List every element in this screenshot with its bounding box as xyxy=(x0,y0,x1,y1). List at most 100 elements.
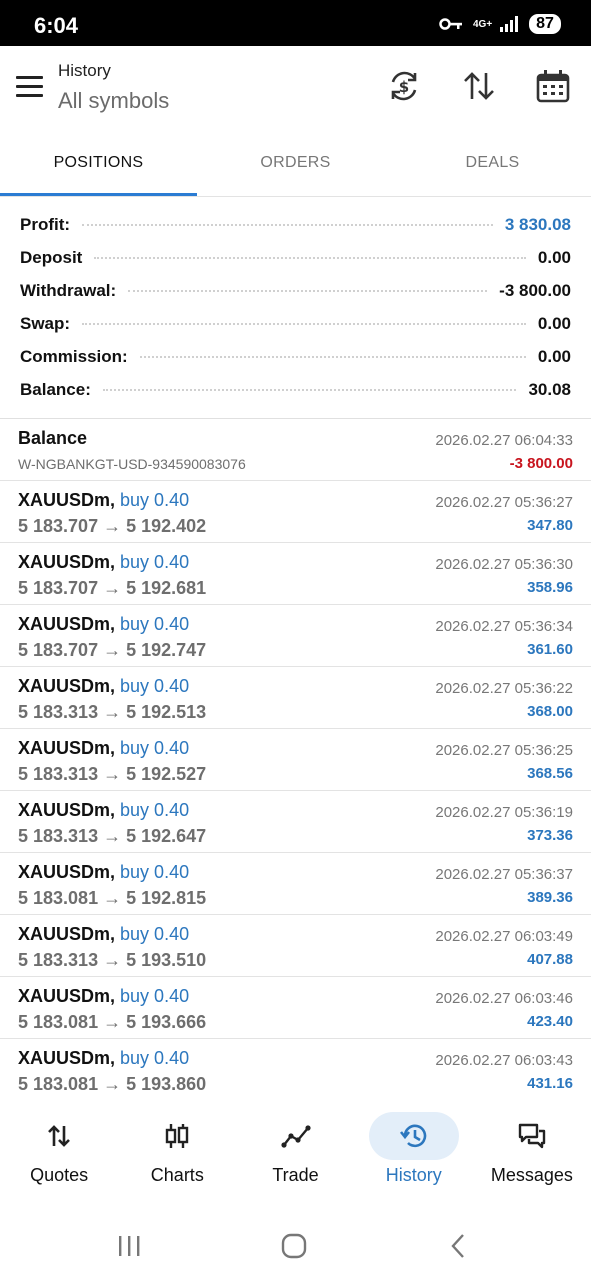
position-row[interactable]: XAUUSDm, buy 0.40 5 183.081 → 5 193.860 … xyxy=(0,1039,591,1101)
position-time: 2026.02.27 06:03:46 xyxy=(435,990,573,1007)
account-summary: Profit: 3 830.08 Deposit 0.00 Withdrawal… xyxy=(0,208,591,406)
position-profit: 347.80 xyxy=(527,517,573,534)
tab-positions[interactable]: POSITIONS xyxy=(0,134,197,196)
nav-charts-label: Charts xyxy=(150,1165,204,1185)
recent-apps-icon[interactable] xyxy=(114,1232,144,1260)
position-prices: 5 183.313 → 5 192.647 xyxy=(18,826,207,846)
position-time: 2026.02.27 05:36:19 xyxy=(435,804,573,821)
currency-exchange-icon: $ xyxy=(391,71,417,101)
trade-icon xyxy=(280,1125,311,1148)
back-icon[interactable] xyxy=(444,1232,474,1260)
deposit-value: 0.00 xyxy=(537,247,571,267)
symbol-filter[interactable]: All symbols xyxy=(58,88,169,114)
tab-deals[interactable]: DEALS xyxy=(394,134,591,196)
position-row[interactable]: XAUUSDm, buy 0.40 5 183.313 → 5 192.513 … xyxy=(0,667,591,729)
calendar-button[interactable] xyxy=(535,68,571,104)
position-symbol: XAUUSDm, xyxy=(18,1048,116,1068)
position-prices: 5 183.707 → 5 192.402 xyxy=(18,516,207,536)
battery-indicator: 87 xyxy=(529,14,561,34)
balance-value: 30.08 xyxy=(528,379,571,399)
position-profit: 389.36 xyxy=(527,889,573,906)
charts-icon xyxy=(166,1124,189,1148)
position-symbol: XAUUSDm, xyxy=(18,490,116,510)
tab-orders[interactable]: ORDERS xyxy=(197,134,394,196)
position-symbol: XAUUSDm, xyxy=(18,924,116,944)
tabs-divider xyxy=(0,196,591,197)
position-row[interactable]: XAUUSDm, buy 0.40 5 183.313 → 5 192.527 … xyxy=(0,729,591,791)
position-row[interactable]: XAUUSDm, buy 0.40 5 183.081 → 5 193.666 … xyxy=(0,977,591,1039)
nav-charts[interactable]: Charts xyxy=(118,1098,236,1208)
history-list: Balance W-NGBANKGT-USD-934590083076 2026… xyxy=(0,418,591,1101)
summary-row-profit: Profit: 3 830.08 xyxy=(0,208,591,241)
nav-trade[interactable]: Trade xyxy=(236,1098,354,1208)
position-side: buy 0.40 xyxy=(120,676,190,696)
position-prices: 5 183.081 → 5 193.860 xyxy=(18,1074,207,1094)
swap-value: 0.00 xyxy=(537,313,571,333)
leader-dots xyxy=(82,322,526,325)
leader-dots xyxy=(94,256,526,259)
nav-messages[interactable]: Messages xyxy=(473,1098,591,1208)
deposit-label: Deposit xyxy=(20,247,83,267)
position-side: buy 0.40 xyxy=(120,986,190,1006)
nav-trade-label: Trade xyxy=(272,1165,319,1185)
position-profit: 361.60 xyxy=(527,641,573,658)
summary-row-commission: Commission: 0.00 xyxy=(0,340,591,373)
leader-dots xyxy=(139,355,526,358)
position-symbol: XAUUSDm, xyxy=(18,738,116,758)
position-side: buy 0.40 xyxy=(120,924,190,944)
position-profit: 407.88 xyxy=(527,951,573,968)
menu-icon[interactable] xyxy=(16,76,43,97)
position-row[interactable]: XAUUSDm, buy 0.40 5 183.313 → 5 193.510 … xyxy=(0,915,591,977)
position-profit: 373.36 xyxy=(527,827,573,844)
position-prices: 5 183.081 → 5 192.815 xyxy=(18,888,207,908)
balance-label: Balance: xyxy=(20,379,91,399)
nav-history[interactable]: History xyxy=(355,1098,473,1208)
balance-title: Balance xyxy=(18,428,88,448)
position-profit: 368.00 xyxy=(527,703,573,720)
signal-icon xyxy=(500,16,518,32)
position-row[interactable]: XAUUSDm, buy 0.40 5 183.707 → 5 192.747 … xyxy=(0,605,591,667)
sort-button[interactable] xyxy=(461,68,497,104)
position-row[interactable]: XAUUSDm, buy 0.40 5 183.313 → 5 192.647 … xyxy=(0,791,591,853)
position-profit: 368.56 xyxy=(527,765,573,782)
profit-value: 3 830.08 xyxy=(504,214,571,234)
balance-reference: W-NGBANKGT-USD-934590083076 xyxy=(18,456,246,472)
bottom-navigation: Quotes Charts Trade History Messages xyxy=(0,1098,591,1208)
currency-exchange-button[interactable]: $ xyxy=(386,68,422,104)
sort-icon xyxy=(464,72,494,100)
home-icon[interactable] xyxy=(279,1232,309,1260)
nav-quotes[interactable]: Quotes xyxy=(0,1098,118,1208)
position-symbol: XAUUSDm, xyxy=(18,676,116,696)
position-side: buy 0.40 xyxy=(120,490,190,510)
position-time: 2026.02.27 06:03:49 xyxy=(435,928,573,945)
position-time: 2026.02.27 06:03:43 xyxy=(435,1052,573,1069)
withdrawal-label: Withdrawal: xyxy=(20,280,117,300)
svg-text:$: $ xyxy=(399,78,409,96)
position-row[interactable]: XAUUSDm, buy 0.40 5 183.707 → 5 192.681 … xyxy=(0,543,591,605)
status-icons: 4G+ 87 xyxy=(439,14,561,34)
position-prices: 5 183.313 → 5 192.513 xyxy=(18,702,207,722)
position-symbol: XAUUSDm, xyxy=(18,986,116,1006)
position-time: 2026.02.27 05:36:27 xyxy=(435,494,573,511)
position-profit: 431.16 xyxy=(527,1075,573,1092)
position-side: buy 0.40 xyxy=(120,614,190,634)
app-header: History All symbols $ xyxy=(0,46,591,134)
position-time: 2026.02.27 05:36:25 xyxy=(435,742,573,759)
summary-row-deposit: Deposit 0.00 xyxy=(0,241,591,274)
position-prices: 5 183.707 → 5 192.681 xyxy=(18,578,207,598)
position-row[interactable]: XAUUSDm, buy 0.40 5 183.081 → 5 192.815 … xyxy=(0,853,591,915)
position-prices: 5 183.313 → 5 193.510 xyxy=(18,950,207,970)
balance-operation-row[interactable]: Balance W-NGBANKGT-USD-934590083076 2026… xyxy=(0,419,591,481)
commission-value: 0.00 xyxy=(537,346,571,366)
position-prices: 5 183.081 → 5 193.666 xyxy=(18,1012,207,1032)
position-prices: 5 183.313 → 5 192.527 xyxy=(18,764,207,784)
position-row[interactable]: XAUUSDm, buy 0.40 5 183.707 → 5 192.402 … xyxy=(0,481,591,543)
leader-dots xyxy=(82,223,493,226)
position-time: 2026.02.27 05:36:30 xyxy=(435,556,573,573)
summary-row-swap: Swap: 0.00 xyxy=(0,307,591,340)
position-prices: 5 183.707 → 5 192.747 xyxy=(18,640,207,660)
nav-quotes-label: Quotes xyxy=(30,1165,89,1185)
position-time: 2026.02.27 05:36:37 xyxy=(435,866,573,883)
withdrawal-value: -3 800.00 xyxy=(499,280,571,300)
profit-label: Profit: xyxy=(20,214,71,234)
